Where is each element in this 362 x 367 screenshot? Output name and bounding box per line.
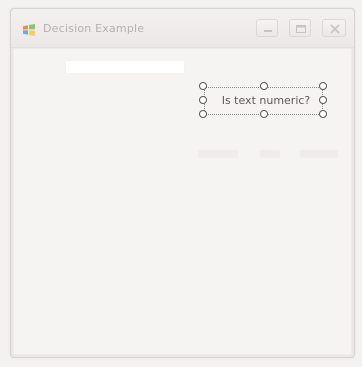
- resize-handle-bottom-right[interactable]: [319, 110, 327, 118]
- maximize-button[interactable]: [289, 19, 311, 37]
- minimize-icon: [264, 30, 272, 32]
- resize-handle-middle-left[interactable]: [199, 96, 207, 104]
- faint-row-3: [300, 150, 338, 158]
- resize-handle-middle-right[interactable]: [319, 96, 327, 104]
- close-button[interactable]: [322, 19, 346, 37]
- title-bar[interactable]: Decision Example: [11, 9, 354, 48]
- resize-handle-bottom-middle[interactable]: [260, 110, 268, 118]
- resize-handle-top-right[interactable]: [319, 82, 327, 90]
- is-numeric-label[interactable]: Is text numeric?: [193, 81, 328, 121]
- window-title: Decision Example: [43, 22, 145, 35]
- resize-handle-top-middle[interactable]: [260, 82, 268, 90]
- resize-handle-bottom-left[interactable]: [199, 110, 207, 118]
- maximize-icon: [296, 25, 306, 33]
- input-textbox[interactable]: [65, 60, 185, 74]
- faint-row-2: [260, 150, 280, 158]
- label-text: Is text numeric?: [221, 94, 311, 107]
- minimize-button[interactable]: [256, 19, 278, 37]
- close-icon: [330, 24, 340, 34]
- resize-handle-top-left[interactable]: [199, 82, 207, 90]
- faint-row-1: [198, 150, 238, 158]
- app-windows-icon: [22, 22, 36, 36]
- screen: Decision Example Is text numeric?: [0, 0, 362, 367]
